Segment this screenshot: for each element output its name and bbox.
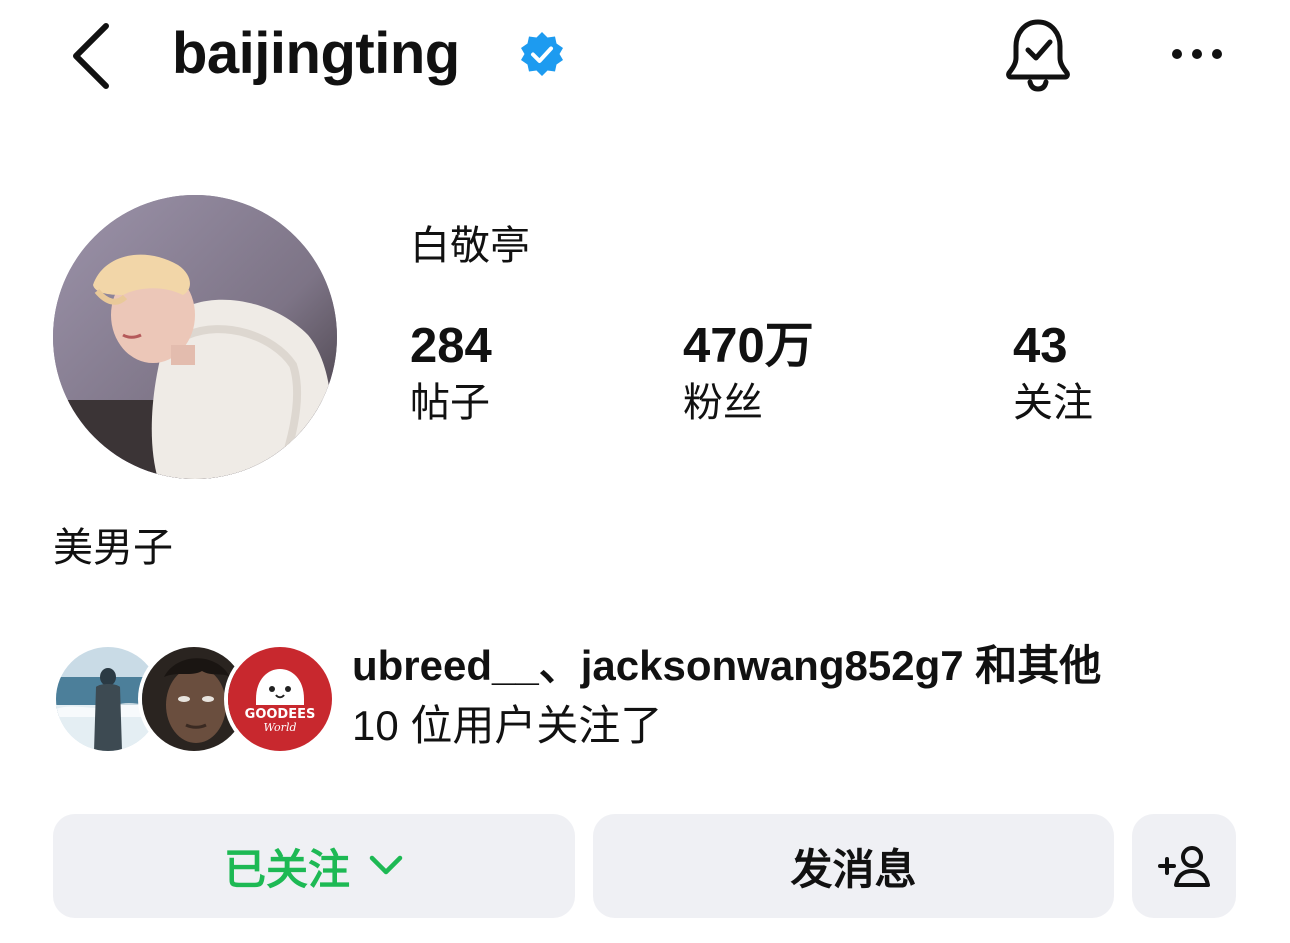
posts-stat[interactable]: 284 帖子	[410, 318, 492, 430]
following-button-label: 已关注	[223, 845, 350, 893]
back-button[interactable]	[62, 20, 122, 92]
followers-label: 粉丝	[683, 381, 763, 425]
posts-count: 284	[410, 319, 492, 373]
profile-username: baijingting	[172, 21, 460, 86]
followers-stat[interactable]: 470万 粉丝	[683, 318, 814, 430]
verified-badge-icon	[521, 32, 563, 76]
bell-check-icon	[1006, 19, 1070, 92]
profile-avatar[interactable]	[53, 195, 337, 479]
goodees-logo-text: GOODEES	[245, 707, 316, 722]
notifications-bell-button[interactable]	[998, 14, 1078, 94]
chevron-left-icon	[73, 23, 109, 89]
avatar-photo	[53, 195, 337, 479]
following-label: 关注	[1013, 381, 1093, 425]
posts-label: 帖子	[410, 381, 490, 425]
chevron-down-icon	[369, 855, 403, 875]
mutual-followers-text[interactable]: ubreed__、jacksonwang852g7 和其他 10 位用户关注了	[352, 636, 1252, 756]
mutual-avatar-3: GOODEES World	[224, 643, 336, 755]
more-options-button[interactable]	[1165, 30, 1229, 78]
following-stat[interactable]: 43 关注	[1013, 318, 1093, 430]
profile-bio: 美男子	[53, 526, 173, 570]
add-person-icon	[1158, 846, 1210, 887]
message-button[interactable]: 发消息	[593, 814, 1114, 918]
mutual-followers-names: ubreed__、jacksonwang852g7 和其他	[352, 642, 1102, 689]
followers-count: 470万	[683, 319, 814, 373]
more-horizontal-icon	[1172, 49, 1222, 59]
mutual-followers-avatars[interactable]: GOODEES World	[52, 643, 336, 755]
mutual-followers-count: 10 位用户关注了	[352, 702, 663, 749]
message-button-label: 发消息	[790, 845, 917, 893]
profile-display-name: 白敬亭	[410, 224, 530, 268]
following-count: 43	[1013, 319, 1068, 373]
goodees-logo-subtext: World	[264, 721, 297, 734]
following-button[interactable]: 已关注	[53, 814, 575, 918]
suggest-people-button[interactable]	[1132, 814, 1236, 918]
